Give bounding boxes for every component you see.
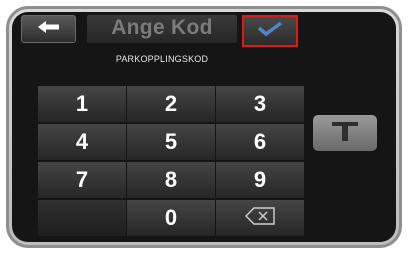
key-6[interactable]: 6	[216, 124, 304, 160]
key-2[interactable]: 2	[127, 86, 215, 122]
key-7[interactable]: 7	[38, 162, 126, 198]
key-4[interactable]: 4	[38, 124, 126, 160]
key-blank	[38, 200, 126, 236]
backspace-icon	[245, 205, 275, 231]
key-9[interactable]: 9	[216, 162, 304, 198]
page-title: Ange Kod	[111, 16, 213, 39]
key-3[interactable]: 3	[216, 86, 304, 122]
backspace-button[interactable]	[216, 200, 304, 236]
key-0[interactable]: 0	[127, 200, 215, 236]
keyboard-toggle-button[interactable]	[313, 115, 377, 151]
left-arrow-icon	[37, 20, 60, 38]
key-1[interactable]: 1	[38, 86, 126, 122]
back-button[interactable]	[21, 15, 76, 43]
keyboard-toggle-icon	[331, 120, 359, 147]
page-subtitle: PARKOPPLINGSKOD	[115, 54, 209, 64]
key-8[interactable]: 8	[127, 162, 215, 198]
confirm-button[interactable]	[242, 15, 298, 47]
key-5[interactable]: 5	[127, 124, 215, 160]
checkmark-icon	[257, 21, 283, 42]
